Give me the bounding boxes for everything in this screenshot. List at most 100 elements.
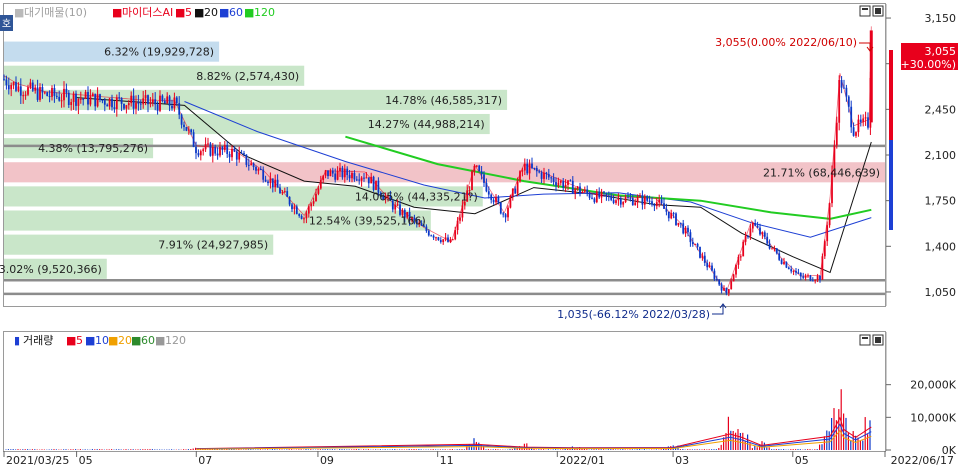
candle-body [113,107,116,110]
profile-label: 7.91% (24,927,985) [158,239,268,252]
candle-body [619,198,622,205]
candle-body [202,149,205,152]
candle-body [214,147,217,154]
candle-body [67,92,70,105]
candle-body [627,197,629,199]
chart-canvas[interactable]: 6.32% (19,929,728) 8.82% (2,574,430) 14.78… [0,0,958,467]
candle-body [156,104,159,111]
candle-body [283,191,286,193]
date-tick-label: 09 [320,454,334,467]
vol-legend-ma60: 60 [141,334,155,347]
candle-body [31,82,34,91]
candle-body [631,198,634,206]
candle-body [857,119,860,133]
candle-body [293,206,296,210]
candle-body [75,93,77,106]
candle-body [185,127,188,131]
legend-marker: ■ [194,6,204,19]
candle-body [651,201,653,205]
side-tab-label: 호 [2,18,11,30]
candle-body [216,153,219,156]
candle-body [552,177,555,183]
stock-chart[interactable]: 6.32% (19,929,728) 8.82% (2,574,430) 14.78… [0,0,958,467]
candle-body [219,146,221,156]
candle-body [298,213,301,216]
candle-body [36,87,39,100]
candle-body [106,104,109,107]
candle-body [595,191,598,203]
candle-body [867,117,869,128]
candle-body [46,92,49,97]
price-legend: ■ 대기매물(10) ■ 마이더스AI ■ 5 ■ 20 ■ 60 ■ 120 [14,6,275,19]
candle-body [259,169,262,171]
candle-body [108,98,111,107]
candle-body [859,119,862,123]
price-tick-label: 1,400 [925,240,957,253]
volume-panel[interactable] [3,331,886,452]
candle-body [792,270,795,272]
candle-body [569,180,572,182]
candle-body [329,170,332,177]
candle-body [723,287,725,291]
candle-body [852,127,855,136]
maximize-button[interactable] [859,5,871,17]
candle-body [394,204,397,210]
price-tick-label: 2,100 [925,149,957,162]
candle-body [60,100,63,102]
candle-body [694,243,697,245]
candle-body [804,275,807,278]
candle-body [807,275,809,277]
price-tick-label: 1,050 [925,286,957,299]
candle-body [39,87,41,100]
profile-label: 14.065% (44,335,21?) [355,190,478,203]
candle-body [809,275,812,281]
candle-body [557,182,560,186]
candle-body [151,99,154,103]
vol-maximize-button[interactable] [859,334,871,346]
candle-body [317,188,320,194]
legend-label-ma5: 5 [185,6,192,19]
candle-body [226,145,229,155]
candle-body [53,88,56,96]
candle-body [593,198,596,203]
candle-body [221,146,224,151]
candle-body [166,96,169,104]
date-tick-label: 2021/03/25 [6,454,69,467]
candle-body [451,239,454,241]
candle-body [519,171,521,182]
candle-body [725,287,728,294]
candle-body [768,243,771,249]
candle-body [756,225,759,228]
candle-body [475,165,478,167]
legend-label-wait: 대기매물(10) [24,6,87,19]
candle-body [84,92,87,99]
candle-body [617,198,620,201]
candle-body [48,96,51,98]
candle-body [336,171,339,180]
candle-body [665,208,668,212]
candle-body [396,204,399,206]
candle-body [159,95,161,111]
candle-body [235,151,238,160]
candle-body [737,256,740,265]
candle-body [819,275,821,280]
candle-body [439,240,442,243]
candle-body [149,102,152,105]
candle-body [679,222,682,224]
candle-body [655,202,658,207]
candle-body [34,87,37,91]
candle-body [667,211,670,219]
candle-body [447,237,449,242]
legend-label-ma20: 20 [204,6,218,19]
legend-marker: ■ [155,334,165,347]
candle-body [502,213,505,215]
candle-body [324,170,327,176]
candle-body [730,281,733,290]
candle-body [603,191,605,193]
candle-body [72,93,75,103]
candle-body [715,278,718,280]
candle-body [211,147,214,156]
candle-body [562,181,565,188]
maximize-icon [862,8,868,10]
candle-body [7,85,10,90]
